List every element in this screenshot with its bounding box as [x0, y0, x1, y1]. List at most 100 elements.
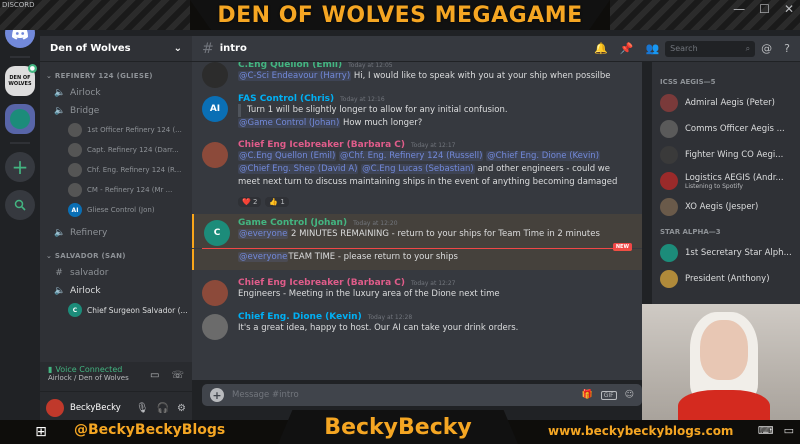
avatar	[660, 94, 678, 112]
member-item[interactable]: Admiral Aegis (Peter)	[652, 90, 800, 116]
message-author[interactable]: Chief Eng. Dione (Kevin)	[238, 312, 362, 322]
guild-header[interactable]: Den of Wolves ⌄	[40, 36, 192, 62]
message-continuation[interactable]: @everyoneTEAM TIME - please return to yo…	[192, 249, 642, 270]
voice-user[interactable]: C Chief Surgeon Salvador (...	[40, 300, 192, 320]
member-item[interactable]: Fighter Wing CO Aegi...	[652, 142, 800, 168]
voice-channel-airlock-salvador[interactable]: 🔈 Airlock	[40, 282, 192, 300]
voice-channel-airlock[interactable]: 🔈 Airlock	[40, 84, 192, 102]
avatar	[660, 270, 678, 288]
emoji-icon[interactable]: ☺	[625, 390, 634, 400]
server-list: DEN OF WOLVES ● +	[0, 14, 40, 399]
voice-channel-refinery[interactable]: 🔈 Refinery	[40, 224, 192, 242]
mention[interactable]: @C.Eng Quellon (Emil)	[238, 151, 337, 161]
explore-servers-icon[interactable]	[5, 190, 35, 220]
message-text: @everyoneTEAM TIME - please return to yo…	[238, 251, 632, 264]
message-author[interactable]: Game Control (Johan)	[238, 218, 347, 228]
message[interactable]: Chief Eng. Dione (Kevin) Today at 12:28 I…	[192, 308, 642, 342]
bell-icon[interactable]: 🔔	[594, 42, 608, 55]
add-server-icon[interactable]: +	[5, 152, 35, 182]
speaker-icon: 🔈	[54, 228, 66, 238]
gif-button[interactable]: GIF	[600, 390, 617, 400]
close-icon[interactable]: ✕	[784, 2, 794, 16]
message-author[interactable]: C.Eng Quellon (Emil)	[238, 62, 342, 70]
voice-user-name: Capt. Refinery 124 (Darr...	[87, 146, 179, 154]
message[interactable]: Chief Eng Icebreaker (Barbara C) Today at…	[192, 136, 642, 214]
maximize-icon[interactable]: ☐	[759, 2, 770, 16]
message[interactable]: C.Eng Quellon (Emil) Today at 12:05 @C-Sc…	[192, 62, 642, 90]
mention[interactable]: @everyone	[238, 252, 289, 262]
help-icon[interactable]: ?	[784, 42, 790, 55]
message-time: Today at 12:20	[353, 220, 398, 227]
voice-user-name: Gliese Control (Jon)	[87, 206, 155, 214]
member-item[interactable]: 1st Secretary Star Alph...	[652, 240, 800, 266]
mention-icon[interactable]: @	[761, 42, 772, 55]
upload-plus-icon[interactable]: +	[210, 388, 224, 402]
voice-user[interactable]: CM - Refinery 124 (Mr ...	[40, 180, 192, 200]
message-time: Today at 12:28	[367, 314, 413, 321]
voice-user-name: Chf. Eng. Refinery 124 (R...	[87, 166, 182, 174]
message-input[interactable]: Message #intro	[232, 390, 574, 400]
mention[interactable]: @Chief Eng. Dione (Kevin)	[486, 151, 601, 161]
headphones-icon[interactable]: 🎧	[157, 403, 169, 414]
avatar: AI	[68, 203, 82, 217]
message[interactable]: C Game Control (Johan) Today at 12:20 @ev…	[192, 214, 642, 248]
search-placeholder: Search	[670, 44, 698, 53]
message-author[interactable]: Chief Eng Icebreaker (Barbara C)	[238, 140, 405, 150]
mention[interactable]: @Game Control (Johan)	[238, 118, 341, 128]
stream-top-banner: DEN OF WOLVES MEGAGAME	[0, 0, 800, 30]
category-refinery[interactable]: ⌄ REFINERY 124 (GLIESE)	[40, 62, 192, 84]
gift-icon[interactable]: 🎁	[582, 390, 593, 400]
avatar	[202, 314, 228, 340]
message-body: Hi, I would like to speak with you at yo…	[351, 71, 611, 81]
voice-channel-bridge[interactable]: 🔈 Bridge	[40, 102, 192, 120]
avatar	[660, 244, 678, 262]
voice-user[interactable]: AI Gliese Control (Jon)	[40, 200, 192, 220]
mention[interactable]: @everyone	[238, 229, 289, 239]
windows-start-icon[interactable]: ⊞	[30, 422, 52, 442]
category-salvador-label: SALVADOR (SAN)	[54, 252, 126, 260]
notification-icon[interactable]: ▭	[784, 424, 794, 437]
avatar[interactable]	[46, 399, 64, 417]
gear-icon[interactable]: ⚙	[177, 403, 186, 414]
member-item[interactable]: Logistics AEGIS (Andr... Listening to Spo…	[652, 168, 800, 194]
server-selected[interactable]	[5, 104, 35, 134]
avatar	[202, 142, 228, 168]
message-author[interactable]: Chief Eng Icebreaker (Barbara C)	[238, 278, 405, 288]
member-item[interactable]: Comms Officer Aegis ...	[652, 116, 800, 142]
channel-sidebar: Den of Wolves ⌄ ⌄ REFINERY 124 (GLIESE) …	[40, 36, 192, 396]
category-salvador[interactable]: ⌄ SALVADOR (SAN)	[40, 242, 192, 264]
voice-connection-panel: ▮ Voice Connected Airlock / Den of Wolves…	[40, 362, 192, 392]
keyboard-icon[interactable]: ⌨	[758, 424, 774, 437]
voice-user[interactable]: Chf. Eng. Refinery 124 (R...	[40, 160, 192, 180]
screen-share-icon[interactable]: ▭	[150, 370, 159, 381]
reaction-thumbs-up[interactable]: 👍 1	[265, 197, 289, 207]
member-item[interactable]: XO Aegis (Jesper)	[652, 194, 800, 220]
message-author[interactable]: FAS Control (Chris)	[238, 94, 334, 104]
chevron-down-icon[interactable]: ⌄	[174, 43, 182, 54]
server-den-of-wolves[interactable]: DEN OF WOLVES ●	[5, 64, 37, 96]
minimize-icon[interactable]: —	[733, 2, 745, 16]
pin-icon[interactable]: 📌	[620, 42, 634, 55]
mention[interactable]: @C-Sci Endeavour (Harry)	[238, 71, 352, 81]
stream-website: www.beckybeckyblogs.com	[548, 424, 734, 438]
avatar: C	[204, 220, 230, 246]
mention[interactable]: @C.Eng Lucas (Sebastian)	[361, 164, 475, 174]
avatar: C	[68, 303, 82, 317]
hash-icon: #	[202, 40, 214, 57]
message[interactable]: Chief Eng Icebreaker (Barbara C) Today at…	[192, 274, 642, 308]
window-controls: — ☐ ✕	[733, 2, 794, 16]
reaction-heart[interactable]: ❤️ 2	[238, 197, 262, 207]
disconnect-icon[interactable]: ☏	[171, 370, 184, 381]
message-body: Engineers - Meeting in the luxury area o…	[238, 289, 500, 299]
voice-user[interactable]: Capt. Refinery 124 (Darr...	[40, 140, 192, 160]
message[interactable]: AI FAS Control (Chris) Today at 12:16 Tur…	[192, 90, 642, 136]
voice-user[interactable]: 1st Officer Refinery 124 (...	[40, 120, 192, 140]
search-input[interactable]: Search ⌕	[665, 40, 756, 57]
microphone-icon[interactable]: 🎙	[136, 403, 149, 414]
mention[interactable]: @Chief Eng. Shep (David A)	[238, 164, 359, 174]
mention[interactable]: @Chf. Eng. Refinery 124 (Russell)	[339, 151, 484, 161]
members-icon[interactable]: 👥	[645, 42, 659, 55]
member-item[interactable]: President (Anthony)	[652, 266, 800, 292]
message-composer[interactable]: + Message #intro 🎁 GIF ☺	[202, 384, 642, 406]
text-channel-salvador[interactable]: # salvador	[40, 264, 192, 282]
